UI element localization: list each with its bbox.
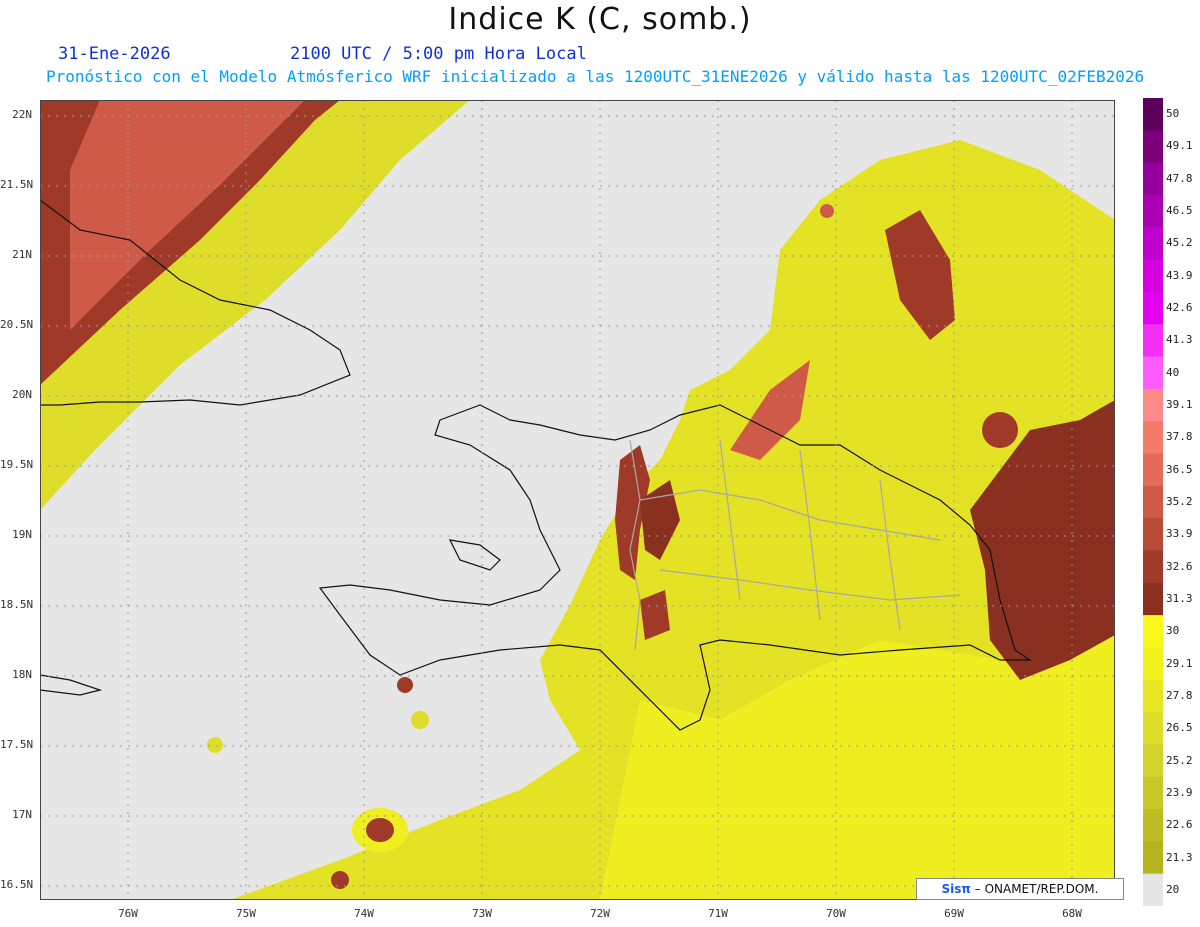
k-small-cell-2 (411, 711, 429, 729)
lon-label-76w: 76W (118, 907, 138, 920)
legend-label: 30 (1166, 624, 1180, 638)
forecast-label: Pronóstico con el Modelo Atmósferico WRF… (46, 67, 1145, 86)
legend-swatch (1143, 582, 1163, 616)
lat-label-18-5n: 18.5N (0, 598, 34, 611)
legend-swatch (1143, 453, 1163, 487)
lat-label-20n: 20N (12, 388, 32, 401)
time-label: 2100 UTC / 5:00 pm Hora Local (290, 44, 587, 64)
legend-swatch (1143, 647, 1163, 681)
legend-swatch (1143, 291, 1163, 325)
lat-label-18n: 18N (12, 668, 32, 681)
legend-label: 41.3 (1166, 333, 1193, 347)
legend-label: 33.9 (1166, 527, 1193, 541)
legend-swatch (1143, 98, 1163, 131)
legend-swatch (1143, 194, 1163, 228)
legend-swatch (1143, 873, 1163, 906)
legend-label: 20 (1166, 882, 1180, 896)
legend-label: 46.5 (1166, 204, 1193, 218)
k-small-cell-5 (982, 412, 1018, 448)
legend-swatch (1143, 259, 1163, 293)
legend-swatch (1143, 809, 1163, 842)
legend-label: 35.2 (1166, 495, 1193, 508)
lon-label-71w: 71W (708, 907, 728, 920)
legend-swatch (1143, 615, 1163, 648)
k-small-cell-6 (820, 204, 834, 218)
k-island-cell-brown (366, 818, 394, 842)
legend-label: 50 (1166, 107, 1180, 121)
legend-swatch (1143, 324, 1163, 358)
legend-label: 27.8 (1166, 688, 1193, 702)
lon-label-74w: 74W (354, 907, 374, 920)
legend-swatch (1143, 776, 1163, 810)
lon-label-73w: 73W (472, 907, 492, 920)
legend-swatch (1143, 744, 1163, 778)
legend-swatch (1143, 227, 1163, 261)
legend-swatch (1143, 421, 1163, 455)
lat-label-22n: 22N (12, 108, 32, 121)
legend-swatch (1143, 388, 1163, 422)
credit-text: – ONAMET/REP.DOM. (974, 882, 1099, 896)
legend-swatch (1143, 130, 1163, 164)
lon-label-72w: 72W (590, 907, 610, 920)
legend-label: 47.8 (1166, 171, 1193, 185)
lon-label-75w: 75W (236, 907, 256, 920)
legend-label: 43.9 (1166, 268, 1193, 282)
legend-label: 42.6 (1166, 301, 1193, 315)
color-legend-bar (1143, 98, 1163, 906)
legend-label: 22.6 (1166, 818, 1193, 832)
lon-label-68w: 68W (1062, 907, 1082, 920)
legend-label: 36.5 (1166, 462, 1193, 476)
lat-label-17-5n: 17.5N (0, 738, 34, 751)
k-small-cell-4 (331, 871, 349, 889)
lat-label-19-5n: 19.5N (0, 458, 34, 471)
lat-label-19n: 19N (12, 528, 32, 541)
credit-brand: Sisπ (941, 882, 971, 896)
lat-label-20-5n: 20.5N (0, 318, 34, 331)
legend-swatch (1143, 162, 1163, 196)
legend-label: 31.3 (1166, 591, 1193, 605)
lon-label-70w: 70W (826, 907, 846, 920)
legend-label: 26.5 (1166, 721, 1193, 735)
map-title: Indice K (C, somb.) (448, 2, 752, 37)
legend-swatch (1143, 550, 1163, 584)
credit-box: Sisπ – ONAMET/REP.DOM. (916, 878, 1124, 900)
legend-label: 21.3 (1166, 850, 1193, 864)
legend-label: 23.9 (1166, 785, 1193, 799)
lat-label-17n: 17N (12, 808, 32, 821)
legend-swatch (1143, 679, 1163, 713)
lat-label-16-5n: 16.5N (0, 878, 34, 891)
legend-label: 45.2 (1166, 236, 1193, 250)
legend-label: 25.2 (1166, 753, 1193, 767)
k-index-map (40, 100, 1115, 900)
k-small-cell-3 (207, 737, 223, 753)
legend-swatch (1143, 841, 1163, 875)
lon-label-69w: 69W (944, 907, 964, 920)
lat-label-21-5n: 21.5N (0, 178, 34, 191)
legend-label: 49.1 (1166, 139, 1193, 153)
date-label: 31-Ene-2026 (58, 44, 171, 64)
legend-label: 37.8 (1166, 430, 1193, 444)
legend-label: 32.6 (1166, 559, 1193, 573)
legend-label: 39.1 (1166, 398, 1193, 412)
k-small-cell-1 (397, 677, 413, 693)
legend-swatch (1143, 518, 1163, 551)
legend-label: 40 (1166, 365, 1180, 379)
legend-label: 29.1 (1166, 656, 1193, 670)
legend-swatch (1143, 356, 1163, 390)
legend-swatch (1143, 485, 1163, 519)
lat-label-21n: 21N (12, 248, 32, 261)
legend-swatch (1143, 712, 1163, 745)
